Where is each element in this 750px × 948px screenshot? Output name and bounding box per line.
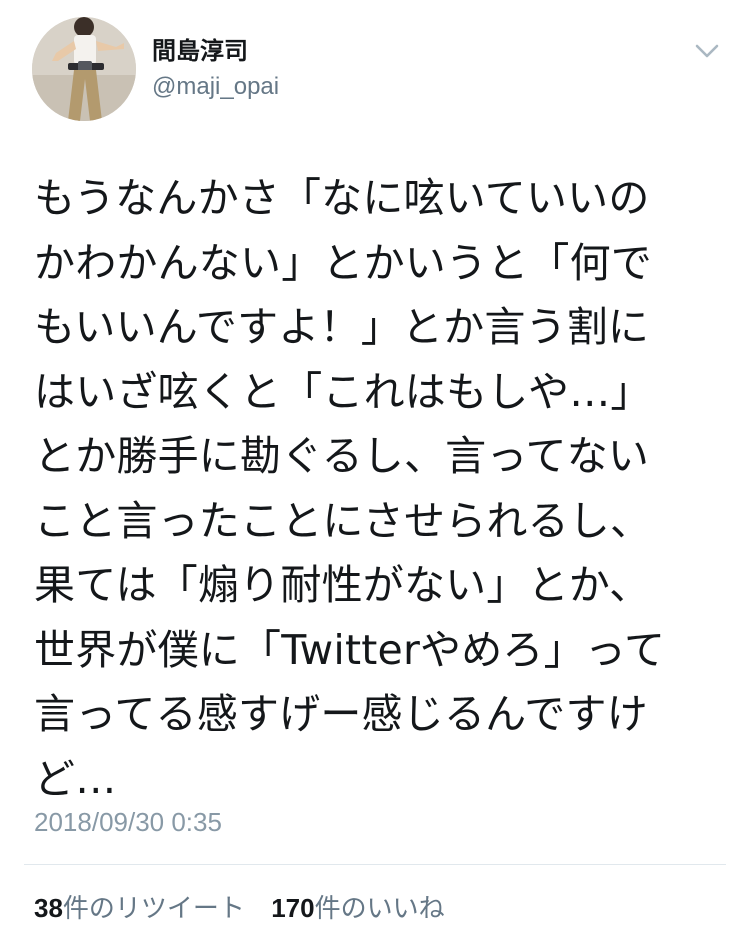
tweet-detail: 間島淳司 @maji_opai もうなんかさ「なに呟いていいの かわかんない」と…: [0, 0, 750, 948]
retweets-label: 件のリツイート: [62, 894, 245, 924]
tweet-stats: 38件のリツイート 170件のいいね: [34, 890, 445, 927]
tweet-text-line: 果ては「煽り耐性がない」とか、: [34, 561, 651, 609]
retweets-stat[interactable]: 38件のリツイート: [34, 890, 245, 927]
divider: [24, 864, 726, 865]
tweet-text-line: もうなんかさ「なに呟いていいの: [34, 174, 650, 222]
profile-photo-image: [32, 17, 136, 121]
likes-label: 件のいいね: [314, 894, 445, 924]
tweet-text-line: こと言ったことにさせられるし、: [34, 496, 652, 545]
likes-stat[interactable]: 170件のいいね: [271, 890, 444, 927]
tweet-text-line: ど…: [34, 754, 117, 803]
author-display-name[interactable]: 間島淳司: [152, 36, 248, 66]
avatar[interactable]: [32, 17, 136, 121]
tweet-text-line: はいざ呟くと「これはもしや…」: [34, 367, 652, 416]
tweet-text-line: もいいんですよ！」とか言う割に: [34, 303, 650, 351]
likes-count: 170: [271, 893, 315, 923]
tweet-text-line: 世界が僕に「Twitterやめろ」って: [34, 625, 666, 674]
author-handle[interactable]: @maji_opai: [152, 72, 279, 102]
retweets-count: 38: [34, 893, 63, 923]
chevron-down-icon[interactable]: [694, 42, 720, 60]
tweet-text-line: 言ってる感すげー感じるんですけ: [34, 690, 648, 738]
tweet-text: もうなんかさ「なに呟いていいの かわかんない」とかいうと「何で もいいんですよ！…: [34, 166, 724, 811]
tweet-timestamp[interactable]: 2018/09/30 0:35: [34, 804, 222, 840]
tweet-text-line: かわかんない」とかいうと「何で: [34, 238, 652, 287]
tweet-text-line: とか勝手に勘ぐるし、言ってない: [34, 432, 650, 480]
